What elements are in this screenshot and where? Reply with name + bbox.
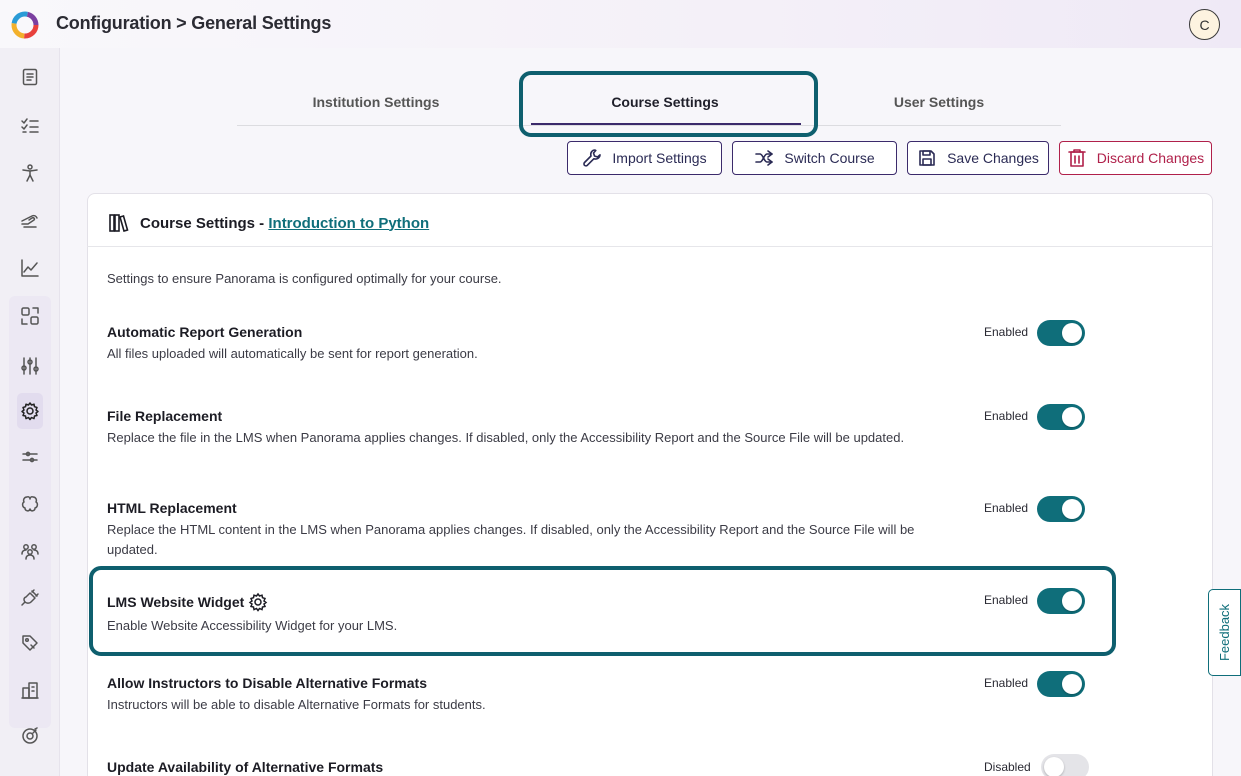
support-icon[interactable] <box>17 723 43 749</box>
import-settings-button[interactable]: Import Settings <box>567 141 722 175</box>
toggle-knob <box>1062 323 1082 343</box>
tabs-divider <box>237 125 1061 126</box>
setting-description: Enable Website Accessibility Widget for … <box>107 618 398 633</box>
toggle-status-label: Enabled <box>984 501 1029 515</box>
tab-user-settings[interactable]: User Settings <box>800 94 1078 110</box>
gear-icon[interactable] <box>248 592 268 612</box>
setting-description: Replace the HTML content in the LMS when… <box>107 522 915 557</box>
app-logo-icon[interactable] <box>10 10 40 40</box>
tab-institution-settings[interactable]: Institution Settings <box>237 94 515 110</box>
tab-course-settings[interactable]: Course Settings <box>530 94 800 110</box>
sliders-icon[interactable] <box>17 353 43 379</box>
feedback-button[interactable]: Feedback <box>1208 589 1241 676</box>
setting-title: File Replacement <box>107 408 223 424</box>
setting-title: LMS Website Widget <box>107 594 245 610</box>
card-intro-text: Settings to ensure Panorama is configure… <box>107 271 502 286</box>
top-bar: Configuration > General Settings C <box>0 0 1241 48</box>
wrench-icon <box>583 149 602 167</box>
setting-title: Allow Instructors to Disable Alternative… <box>107 675 427 691</box>
hand-icon[interactable] <box>17 207 43 233</box>
update-availability-toggle[interactable] <box>1041 754 1089 776</box>
file-replacement-toggle[interactable] <box>1037 404 1085 430</box>
discard-changes-button[interactable]: Discard Changes <box>1059 141 1212 175</box>
toggle-knob <box>1044 757 1064 776</box>
trash-icon <box>1067 149 1086 167</box>
toggle-status-label: Disabled <box>984 760 1031 774</box>
switch-course-button[interactable]: Switch Course <box>732 141 897 175</box>
toggle-status-label: Enabled <box>984 409 1029 423</box>
automatic-report-generation-toggle[interactable] <box>1037 320 1085 346</box>
setting-title: HTML Replacement <box>107 500 237 516</box>
toggle-status-label: Enabled <box>984 593 1029 607</box>
accessibility-icon[interactable] <box>17 160 43 186</box>
plug-icon[interactable] <box>17 585 43 611</box>
setting-description: Instructors will be able to disable Alte… <box>107 697 486 712</box>
feedback-label: Feedback <box>1217 603 1232 662</box>
integrations-icon[interactable] <box>17 303 43 329</box>
save-changes-button[interactable]: Save Changes <box>907 141 1049 175</box>
lms-website-widget-toggle[interactable] <box>1037 588 1085 614</box>
floppy-disk-icon <box>919 150 935 166</box>
page-title: Configuration > General Settings <box>56 13 332 33</box>
setting-description: Replace the file in the LMS when Panoram… <box>107 430 905 445</box>
toggle-knob <box>1062 499 1082 519</box>
switch-course-label: Switch Course <box>784 150 875 166</box>
toggle-status-label: Enabled <box>984 325 1029 339</box>
setting-title: Automatic Report Generation <box>107 324 303 340</box>
setting-title-row: LMS Website Widget <box>107 592 268 612</box>
toggle-status-label: Enabled <box>984 676 1029 690</box>
books-icon <box>109 214 129 232</box>
toggle-knob <box>1062 591 1082 611</box>
html-replacement-toggle[interactable] <box>1037 496 1085 522</box>
setting-title: Update Availability of Alternative Forma… <box>107 759 384 775</box>
setting-description: All files uploaded will automatically be… <box>107 346 478 361</box>
filters-icon[interactable] <box>17 444 43 470</box>
avatar[interactable]: C <box>1189 9 1220 40</box>
course-name-link[interactable]: Introduction to Python <box>268 215 429 232</box>
building-icon[interactable] <box>17 677 43 703</box>
tag-icon[interactable] <box>17 630 43 656</box>
brain-icon[interactable] <box>17 491 43 517</box>
toggle-knob <box>1062 674 1082 694</box>
card-title-prefix: Course Settings - <box>140 214 269 232</box>
users-icon[interactable] <box>17 538 43 564</box>
disable-alternative-formats-toggle[interactable] <box>1037 671 1085 697</box>
chart-icon[interactable] <box>17 255 43 281</box>
toggle-knob <box>1062 407 1082 427</box>
import-settings-label: Import Settings <box>612 150 707 166</box>
checklist-icon[interactable] <box>17 113 43 139</box>
shuffle-icon <box>755 150 774 166</box>
active-tab-underline <box>531 123 801 125</box>
save-changes-label: Save Changes <box>947 150 1039 166</box>
gear-icon[interactable] <box>17 398 43 424</box>
document-icon[interactable] <box>17 64 43 90</box>
discard-changes-label: Discard Changes <box>1096 150 1205 166</box>
card-title: Course Settings - Introduction to Python <box>108 212 429 234</box>
